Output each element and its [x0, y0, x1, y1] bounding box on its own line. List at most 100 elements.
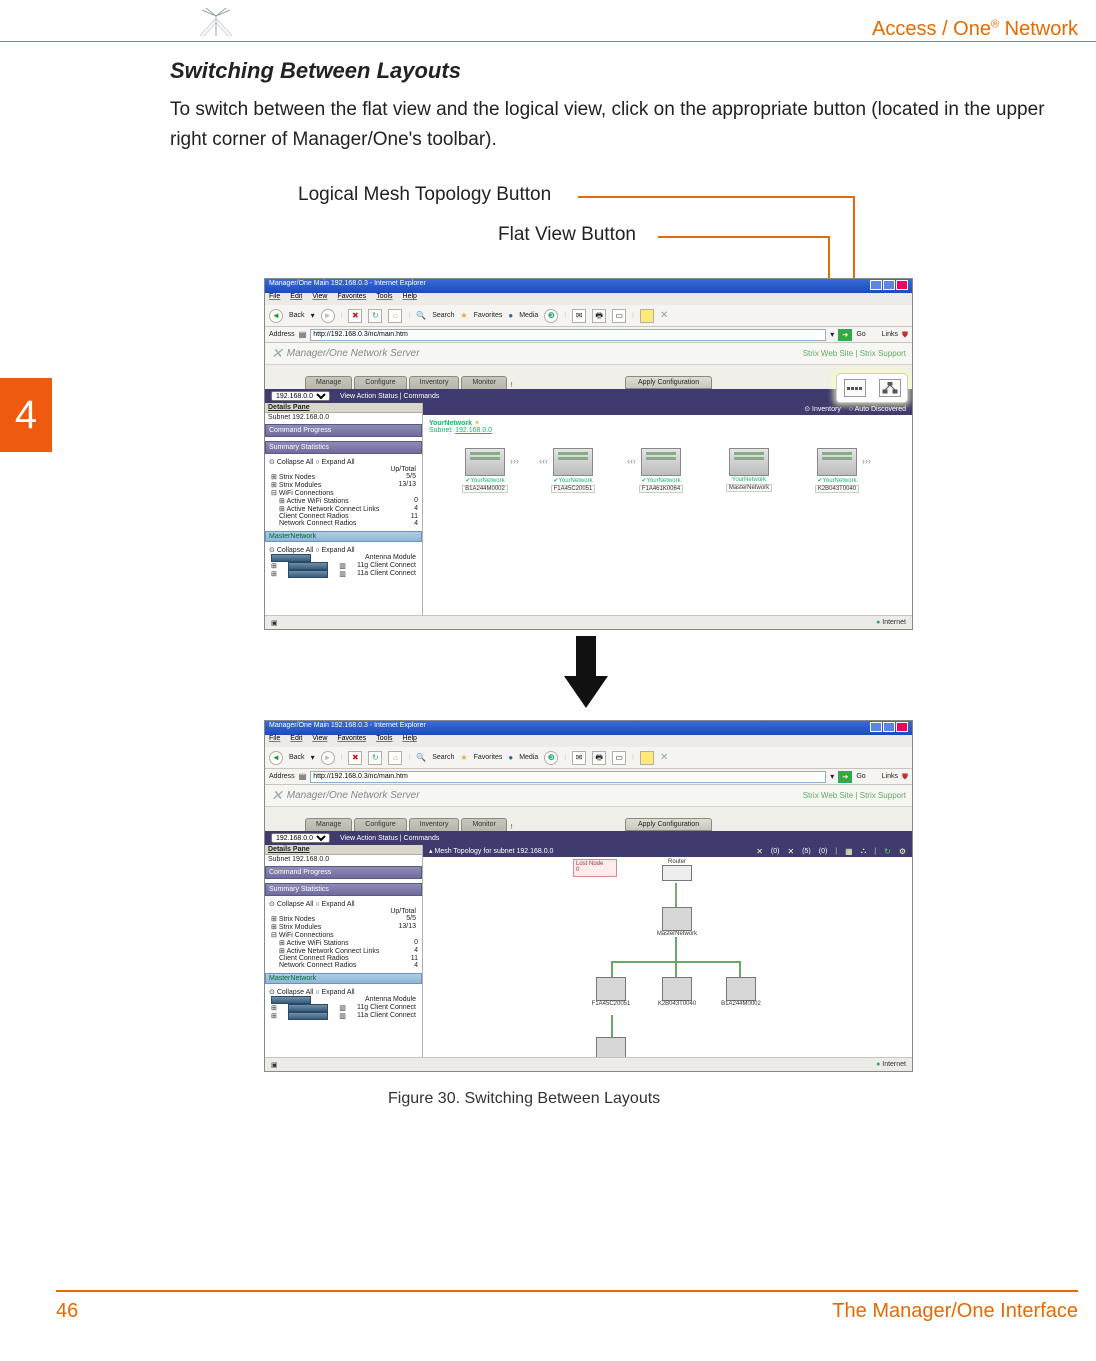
mesh-title: Mesh Topology for subnet 192.168.0.0 — [434, 848, 553, 855]
back-button[interactable]: ◄ — [269, 309, 283, 323]
refresh-icon[interactable]: ↻ — [884, 847, 891, 856]
section-heading: Switching Between Layouts — [170, 58, 461, 84]
app-title: Manager/One Network Server — [287, 348, 420, 359]
settings-icon[interactable]: ⚙ — [899, 847, 906, 856]
favorites-label[interactable]: Favorites — [474, 312, 503, 319]
uptotal-label: Up/Total — [390, 466, 416, 473]
device-node[interactable]: ›››✔YourNetworkK2B043T0040 — [801, 448, 873, 493]
expand-all[interactable]: Expand All — [322, 459, 355, 466]
summary-stats-panel[interactable]: Summary Statistics — [265, 441, 422, 454]
lost-node-box: Lost Node0 — [573, 859, 617, 877]
maximize-icon[interactable] — [883, 280, 895, 290]
home-button[interactable]: ⌂ — [388, 309, 402, 323]
logical-mesh-topology-button[interactable] — [879, 379, 901, 397]
page-icon: ▤ — [299, 331, 307, 339]
flat-view-button[interactable] — [844, 379, 866, 397]
menu-view[interactable]: View — [312, 293, 327, 305]
callout-flat-label: Flat View Button — [498, 224, 636, 246]
menu-favorites[interactable]: Favorites — [337, 293, 366, 305]
figure-caption: Figure 30. Switching Between Layouts — [388, 1090, 660, 1108]
legend-x-icon: ✕ — [756, 847, 763, 856]
router-node[interactable]: Router — [649, 859, 705, 881]
flat-view-pane: ⊙ Inventory ○ Auto Discovered YourNetwor… — [423, 403, 912, 615]
internet-zone: Internet — [876, 619, 906, 626]
action-status-link[interactable]: View Action Status | Commands — [340, 393, 439, 400]
chapter-tab: 4 — [0, 378, 52, 452]
norton-icon[interactable]: ⛊ — [902, 331, 908, 339]
subnet-line: Subnet 192.168.0.0 — [265, 413, 422, 422]
device-node[interactable]: ›››✔YourNetworkB1A244M0002 — [449, 448, 521, 493]
mesh-view-icon[interactable]: ⛬ — [861, 846, 867, 856]
device-node[interactable]: ‹‹‹✔YourNetworkF1A461K0064 — [625, 448, 697, 493]
tab-monitor[interactable]: Monitor — [461, 376, 506, 389]
menu-edit[interactable]: Edit — [290, 293, 302, 305]
transition-arrow-icon — [564, 636, 608, 714]
close-icon[interactable] — [896, 280, 908, 290]
alert-icon: ! — [511, 382, 513, 389]
tab-inventory[interactable]: Inventory — [409, 376, 460, 389]
forward-button[interactable]: ► — [321, 309, 335, 323]
leader-line — [658, 236, 828, 238]
media-label[interactable]: Media — [519, 312, 538, 319]
details-pane-header: Details Pane — [265, 403, 422, 413]
menu-file[interactable]: File — [269, 293, 280, 305]
apply-configuration-button[interactable]: Apply Configuration — [625, 376, 712, 389]
search-label[interactable]: Search — [432, 312, 454, 319]
url-input[interactable] — [310, 329, 826, 341]
command-progress-panel[interactable]: Command Progress — [265, 424, 422, 437]
minimize-icon[interactable] — [870, 280, 882, 290]
collapse-all[interactable]: Collapse All — [277, 459, 314, 466]
links-label[interactable]: Links — [882, 331, 898, 338]
subnet-select[interactable]: 192.168.0.0 — [271, 391, 330, 401]
menu-tools[interactable]: Tools — [376, 293, 392, 305]
page-number: 46 — [56, 1300, 78, 1323]
sub-toolbar: 192.168.0.0 View Action Status | Command… — [265, 389, 912, 403]
master-network-panel[interactable]: MasterNetwork — [265, 531, 422, 542]
status-done-icon: ▣ — [271, 619, 278, 627]
stop-button[interactable]: ✖ — [348, 309, 362, 323]
menu-help[interactable]: Help — [403, 293, 417, 305]
device-node[interactable]: YourNetworkMasterNetwork — [713, 448, 785, 493]
master-node[interactable]: MasterNetwork — [649, 907, 705, 937]
refresh-button[interactable]: ↻ — [368, 309, 382, 323]
mail-button[interactable]: ✉ — [572, 309, 586, 323]
mesh-topology-pane: ▴ Mesh Topology for subnet 192.168.0.0 ✕… — [423, 845, 912, 1057]
browser-toolbar: ◄ Back ▾ ► | ✖ ↻ ⌂ | 🔍Search ★Favorites … — [265, 305, 912, 327]
print-button[interactable]: 🖶 — [592, 309, 606, 323]
auto-discovered-radio[interactable]: Auto Discovered — [855, 406, 906, 413]
footer-chapter-title: The Manager/One Interface — [832, 1300, 1078, 1323]
window-title: Manager/One Main 192.168.0.3 - Internet … — [269, 280, 426, 292]
folder-button[interactable] — [640, 309, 654, 323]
tab-manage[interactable]: Manage — [305, 376, 352, 389]
header-links[interactable]: Strix Web Site | Strix Support — [803, 349, 906, 358]
mesh-node[interactable]: F1A45C20051 — [583, 977, 639, 1007]
tab-configure[interactable]: Configure — [354, 376, 406, 389]
screenshot-mesh-view: Manager/One Main 192.168.0.3 - Internet … — [264, 720, 913, 1072]
app-header: ✕ Manager/One Network Server Strix Web Si… — [265, 343, 912, 365]
go-button[interactable]: ➔ — [838, 329, 852, 341]
leader-line — [578, 196, 853, 198]
screenshot-flat-view: Manager/One Main 192.168.0.3 - Internet … — [264, 278, 913, 630]
url-input[interactable] — [310, 771, 826, 783]
strix-logo-icon: ✕ — [660, 310, 668, 321]
address-label: Address — [269, 331, 295, 338]
mesh-node[interactable]: K2B043T0040 — [649, 977, 705, 1007]
subnet-link[interactable]: 192.168.0.0 — [455, 427, 492, 434]
device-row: ›››✔YourNetworkB1A244M0002 ‹‹‹✔YourNetwo… — [429, 448, 906, 493]
product-name: Access / One® Network — [872, 18, 1078, 41]
back-label: Back — [289, 312, 305, 319]
history-button[interactable]: ❸ — [544, 309, 558, 323]
body-paragraph: To switch between the flat view and the … — [170, 95, 1078, 155]
edit-button[interactable]: ▭ — [612, 309, 626, 323]
flat-view-icon[interactable]: ▦ — [845, 847, 853, 856]
network-name[interactable]: YourNetwork — [429, 420, 472, 427]
window-titlebar: Manager/One Main 192.168.0.3 - Internet … — [265, 279, 912, 293]
inventory-radio[interactable]: Inventory — [812, 406, 841, 413]
mesh-node[interactable]: B1A244M0002 — [713, 977, 769, 1007]
browser-menubar[interactable]: File Edit View Favorites Tools Help — [265, 293, 912, 305]
layout-buttons-zone — [836, 373, 908, 403]
antenna-glyph-icon — [196, 8, 236, 38]
app-logo-icon: ✕ — [271, 345, 283, 362]
device-node[interactable]: ‹‹‹✔YourNetworkF1A45C20051 — [537, 448, 609, 493]
go-label: Go — [856, 331, 865, 338]
